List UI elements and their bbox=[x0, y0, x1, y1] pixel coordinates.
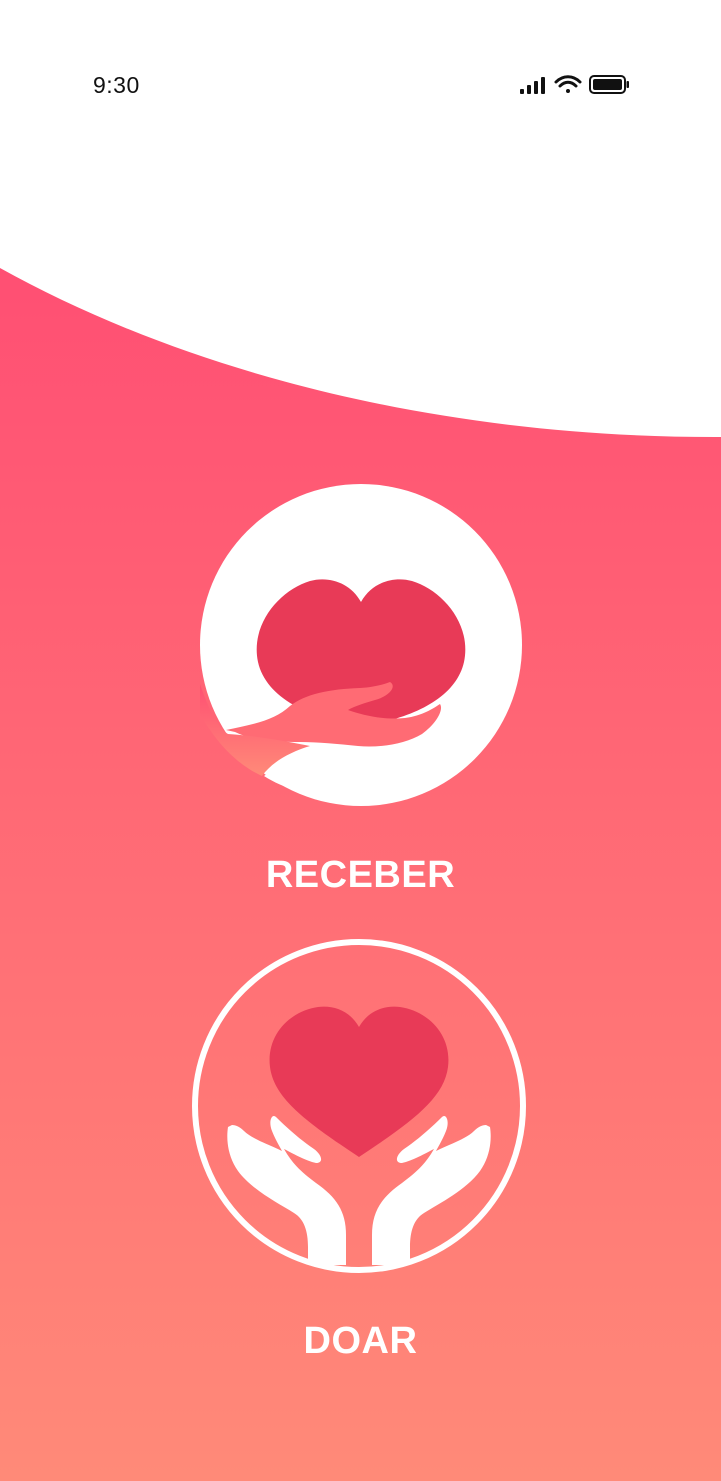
home-screen: 9:30 RECEBER DOAR bbox=[0, 0, 721, 1481]
doar-label[interactable]: DOAR bbox=[0, 1320, 721, 1363]
cellular-signal-icon bbox=[520, 77, 545, 94]
wifi-icon bbox=[554, 75, 582, 93]
status-bar: 9:30 bbox=[0, 0, 721, 170]
battery-icon bbox=[589, 75, 629, 94]
receber-option[interactable]: RECEBER bbox=[0, 482, 721, 912]
hands-giving-heart-icon[interactable] bbox=[188, 935, 530, 1277]
status-icons bbox=[518, 74, 630, 98]
doar-option[interactable]: DOAR bbox=[0, 935, 721, 1375]
hand-holding-heart-icon[interactable] bbox=[200, 484, 522, 806]
status-time: 9:30 bbox=[93, 72, 140, 98]
receber-label[interactable]: RECEBER bbox=[0, 854, 721, 897]
